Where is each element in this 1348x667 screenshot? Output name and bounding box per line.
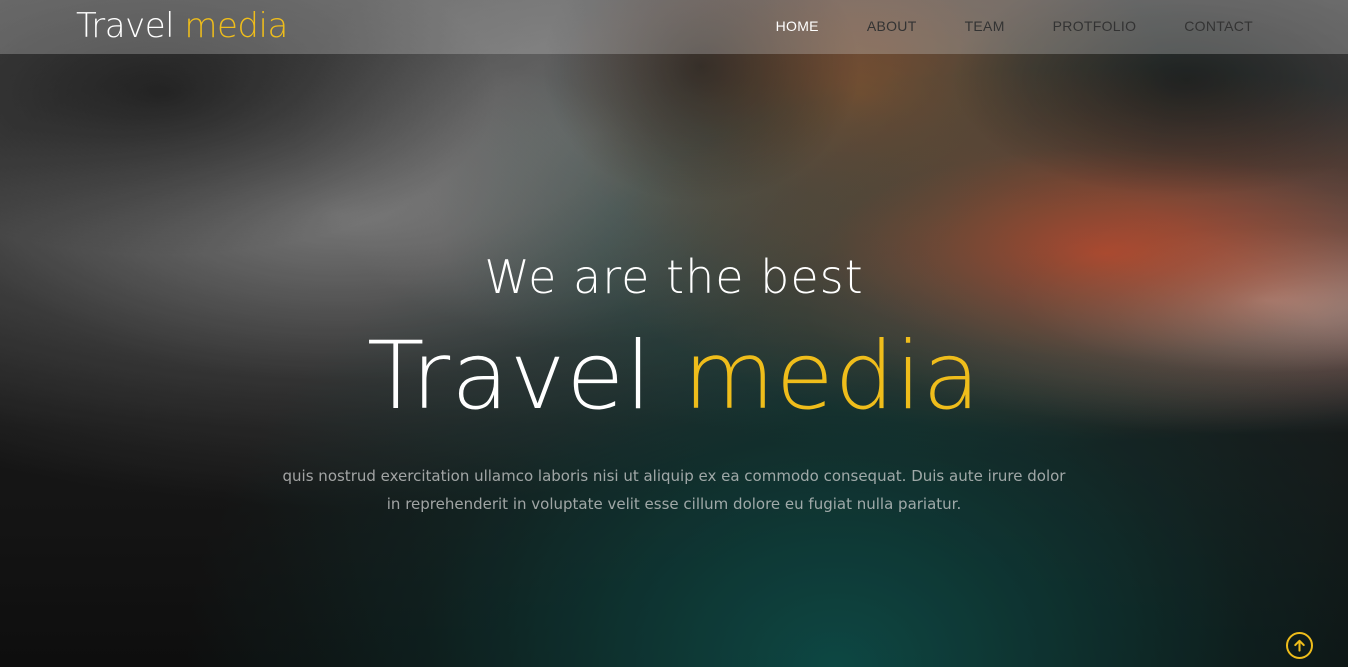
nav-about-link[interactable]: ABOUT	[867, 18, 917, 34]
scroll-to-top-button[interactable]	[1286, 632, 1313, 659]
hero-title-accent: media	[683, 322, 982, 431]
hero-section: Travel media HOME ABOUT TEAM PROTFOLIO C…	[0, 0, 1348, 667]
hero-subtitle: We are the best	[484, 250, 864, 304]
hero-description: quis nostrud exercitation ullamco labori…	[282, 467, 1066, 513]
top-navbar: Travel media HOME ABOUT TEAM PROTFOLIO C…	[0, 0, 1348, 54]
main-nav: HOME ABOUT TEAM PROTFOLIO CONTACT	[728, 18, 1253, 34]
logo-text: Travel	[76, 6, 175, 46]
arrow-up-circle-icon	[1294, 639, 1305, 652]
nav-home-link[interactable]: HOME	[776, 18, 819, 34]
hero-title: Travel media	[0, 330, 1348, 424]
nav-portfolio-link[interactable]: PROTFOLIO	[1053, 18, 1137, 34]
site-logo[interactable]: Travel media	[76, 6, 288, 46]
logo-accent-text: media	[184, 6, 288, 46]
nav-team-link[interactable]: TEAM	[965, 18, 1005, 34]
nav-contact-link[interactable]: CONTACT	[1184, 18, 1253, 34]
hero-title-text: Travel	[366, 322, 653, 431]
